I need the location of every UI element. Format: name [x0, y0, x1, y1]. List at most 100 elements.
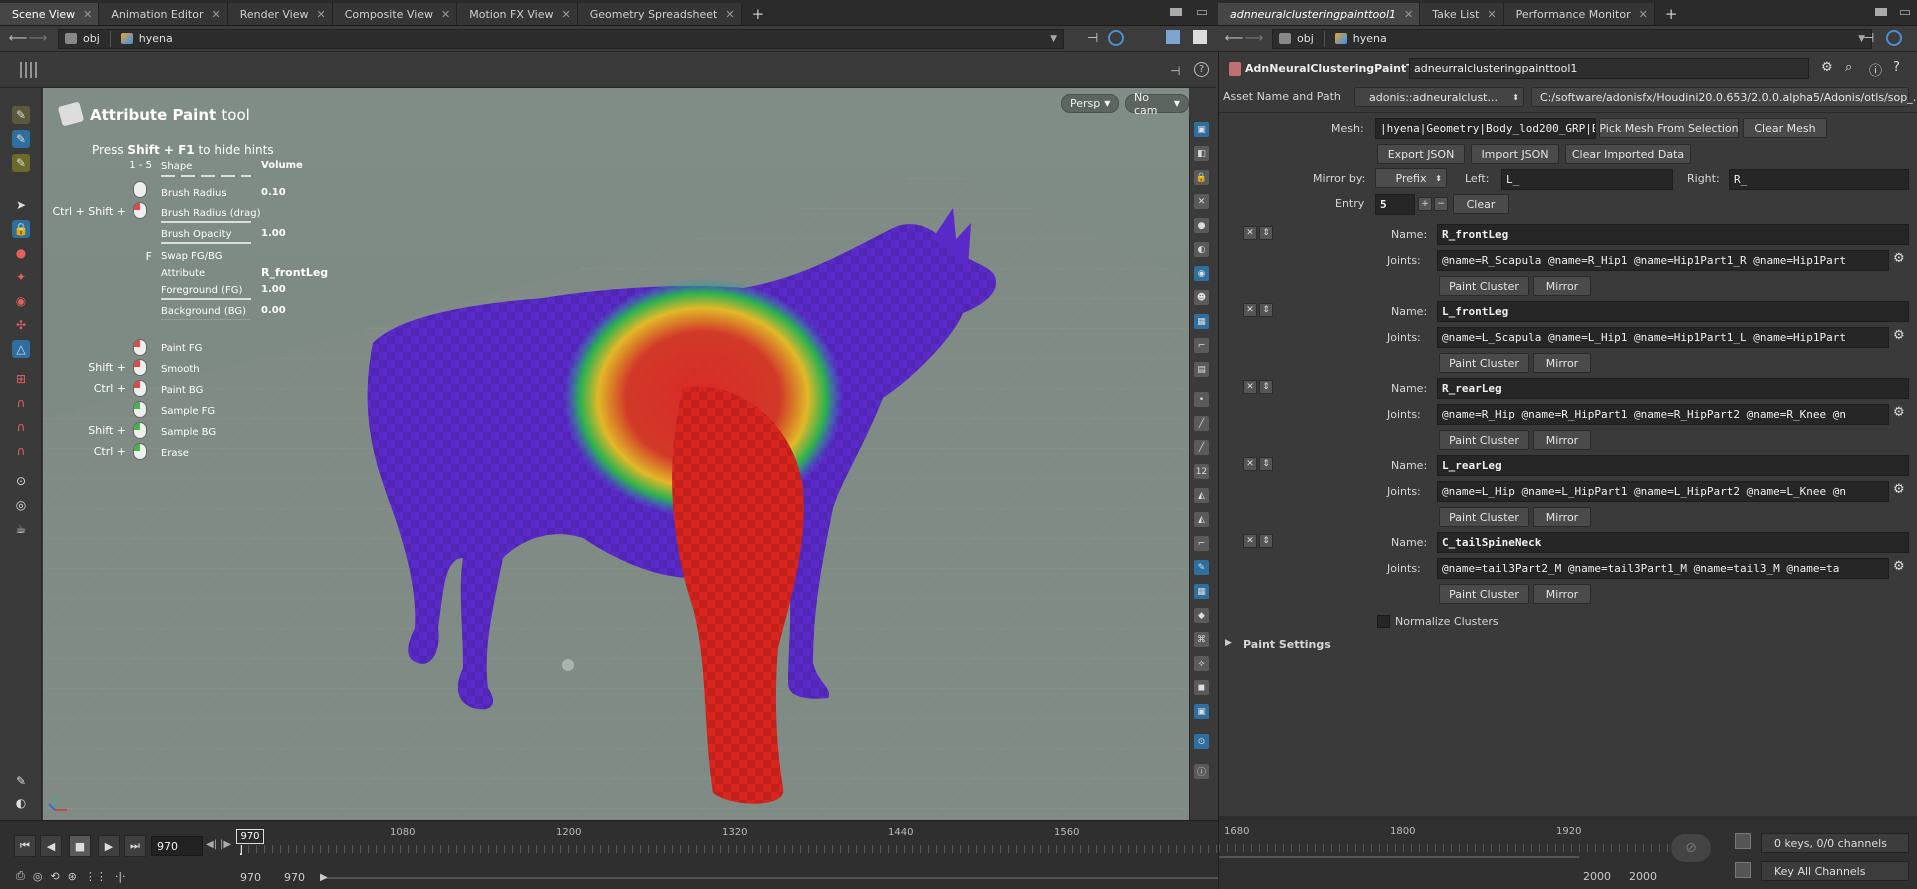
maximize-pane-icon[interactable]: ▭ [1196, 5, 1208, 20]
timeline-ruler[interactable] [1219, 844, 1669, 852]
node-name-field[interactable]: adneurralclusteringpainttool1 [1409, 58, 1809, 79]
lock-icon[interactable]: 🔒 [1194, 170, 1209, 185]
shape-selector[interactable] [161, 175, 251, 177]
asset-name-menu[interactable]: adonis::adneuralclust... ⬍ [1354, 87, 1524, 107]
import-json-button[interactable]: Import JSON [1471, 144, 1559, 164]
close-icon[interactable]: ✕ [562, 8, 571, 21]
close-icon[interactable]: ✕ [1487, 8, 1496, 21]
camera-icon[interactable]: ◎ [12, 496, 30, 514]
remove-cluster-icon[interactable]: ✕ [1243, 380, 1257, 394]
key-icon[interactable] [1735, 833, 1751, 849]
bounding-box-icon[interactable]: ⌐ [1194, 536, 1209, 551]
mirror-mode-menu[interactable]: Prefix ⬍ [1375, 168, 1447, 188]
magnet-icon[interactable]: ∩ [12, 442, 30, 460]
lock-selection-icon[interactable]: 🔒 [12, 220, 30, 238]
step-back-icon[interactable]: ◀| [206, 839, 217, 850]
playback-end-field[interactable]: 2000 [1629, 870, 1657, 883]
tab-animation-editor[interactable]: Animation Editor ✕ [99, 3, 228, 25]
gear-icon[interactable]: ⚙ [1893, 559, 1905, 574]
export-json-button[interactable]: Export JSON [1377, 144, 1465, 164]
jump-start-icon[interactable]: ⏮ [14, 835, 36, 857]
forward-arrow-icon[interactable]: ⟶ [1244, 31, 1264, 46]
clear-mesh-button[interactable]: Clear Mesh [1743, 118, 1827, 138]
handle-tool-icon[interactable]: △ [12, 340, 30, 358]
link-icon[interactable] [1108, 30, 1124, 46]
clear-imported-data-button[interactable]: Clear Imported Data [1565, 144, 1691, 164]
add-tab-icon[interactable]: + [742, 3, 775, 25]
rotate-icon[interactable]: ◉ [12, 292, 30, 310]
paint-cluster-button[interactable]: Paint Cluster [1439, 507, 1529, 527]
cluster-joints-field[interactable]: @name=tail3Part2_M @name=tail3Part1_M @n… [1437, 558, 1889, 579]
help-icon[interactable]: ? [1893, 60, 1900, 75]
remove-cluster-icon[interactable]: ✕ [1243, 226, 1257, 240]
scale-icon[interactable]: ✣ [12, 316, 30, 334]
play-reverse-icon[interactable]: ◀ [40, 835, 62, 857]
cluster-name-field[interactable]: L_frontLeg [1437, 301, 1909, 322]
left-prefix-field[interactable]: L_ [1501, 169, 1673, 190]
maximize-pane-icon[interactable]: ▭ [1899, 5, 1911, 20]
camera-menu-button[interactable]: No cam ▼ [1125, 91, 1189, 117]
mesh-icon[interactable]: ⌘ [1194, 632, 1209, 647]
gear-icon[interactable]: ⚙ [1893, 328, 1905, 343]
normalize-clusters-checkbox[interactable] [1377, 615, 1390, 628]
paint-cluster-button[interactable]: Paint Cluster [1439, 430, 1529, 450]
view-icon[interactable] [1166, 30, 1180, 44]
range-slider[interactable] [1219, 856, 1579, 858]
move-cluster-icon[interactable]: ⇕ [1259, 226, 1273, 240]
guide-icon[interactable]: ✎ [1194, 560, 1209, 575]
grid-handle-icon[interactable] [20, 62, 40, 78]
gear-icon[interactable]: ⚙ [1893, 251, 1905, 266]
remove-entry-icon[interactable]: − [1434, 197, 1448, 211]
pin-icon[interactable]: ⊣ [1087, 31, 1098, 46]
chevron-right-icon[interactable]: ▶ [1225, 638, 1232, 648]
path-segment-node[interactable]: hyena [1334, 32, 1387, 45]
paint-brush-icon[interactable]: ✎ [12, 106, 30, 124]
pin-icon[interactable]: ⊣ [1863, 31, 1874, 46]
remove-cluster-icon[interactable]: ✕ [1243, 457, 1257, 471]
ticks-icon[interactable]: ⋮⋮ [85, 870, 107, 883]
pick-mesh-button[interactable]: Pick Mesh From Selection [1599, 118, 1739, 138]
back-arrow-icon[interactable]: ⟵ [8, 31, 28, 46]
background-icon[interactable]: ▦ [1194, 314, 1209, 329]
split-view-icon[interactable] [1193, 30, 1207, 44]
cluster-joints-field[interactable]: @name=L_Hip @name=L_HipPart1 @name=L_Hip… [1437, 481, 1889, 502]
snap-primitive-icon[interactable]: ∩ [12, 394, 30, 412]
tab-motion-fx-view[interactable]: Motion FX View ✕ [457, 3, 578, 25]
path-segment-obj[interactable]: obj [1279, 32, 1314, 45]
snapshot-icon[interactable]: ⊙ [1194, 734, 1209, 749]
render-icon[interactable]: ◐ [12, 794, 30, 812]
close-icon[interactable]: ✕ [83, 8, 92, 21]
view-options-icon[interactable]: ▣ [1194, 122, 1209, 137]
flipbook-icon[interactable]: ✎ [12, 772, 30, 790]
cluster-name-field[interactable]: R_frontLeg [1437, 224, 1909, 245]
brush-radius-bar[interactable] [161, 221, 251, 223]
cluster-name-field[interactable]: R_rearLeg [1437, 378, 1909, 399]
audio-icon[interactable]: ◎ [33, 870, 43, 883]
search-icon[interactable]: ⌕ [1845, 60, 1852, 75]
light-icon[interactable]: ◐ [1194, 242, 1209, 257]
entry-count-field[interactable]: 5 [1375, 194, 1415, 215]
back-arrow-icon[interactable]: ⟵ [1224, 31, 1244, 46]
frame-marker[interactable]: 970 [236, 829, 264, 844]
mirror-cluster-button[interactable]: Mirror [1533, 430, 1591, 450]
mirror-cluster-button[interactable]: Mirror [1533, 507, 1591, 527]
tab-performance-monitor[interactable]: Performance Monitor ✕ [1503, 3, 1655, 25]
path-segment-obj[interactable]: obj [65, 32, 100, 45]
keys-channels-status[interactable]: 0 keys, 0/0 channels [1761, 833, 1909, 853]
key-filter-icon[interactable]: ·|· [115, 870, 126, 883]
cluster-joints-field[interactable]: @name=R_Scapula @name=R_Hip1 @name=Hip1P… [1437, 250, 1889, 271]
ghost-icon[interactable]: ☻ [1194, 290, 1209, 305]
range-start-handle-icon[interactable]: ▶ [320, 872, 328, 883]
pane-menu-icon[interactable] [1170, 8, 1182, 16]
mirror-cluster-button[interactable]: Mirror [1533, 276, 1591, 296]
camera-view-icon[interactable]: ⌐ [1194, 338, 1209, 353]
close-icon[interactable]: ✕ [725, 8, 734, 21]
tab-parameters[interactable]: adnneuralclusteringpainttool1 ✕ [1218, 3, 1421, 25]
info-icon[interactable]: ⓘ [1194, 764, 1209, 779]
panel-splitter[interactable] [1219, 816, 1917, 820]
x-ray-icon[interactable]: ✕ [1194, 194, 1209, 209]
bg-bar[interactable] [161, 319, 251, 320]
pane-menu-icon[interactable] [1875, 8, 1887, 16]
sphere-icon[interactable]: ● [1194, 218, 1209, 233]
key-all-channels-button[interactable]: Key All Channels [1761, 861, 1909, 881]
